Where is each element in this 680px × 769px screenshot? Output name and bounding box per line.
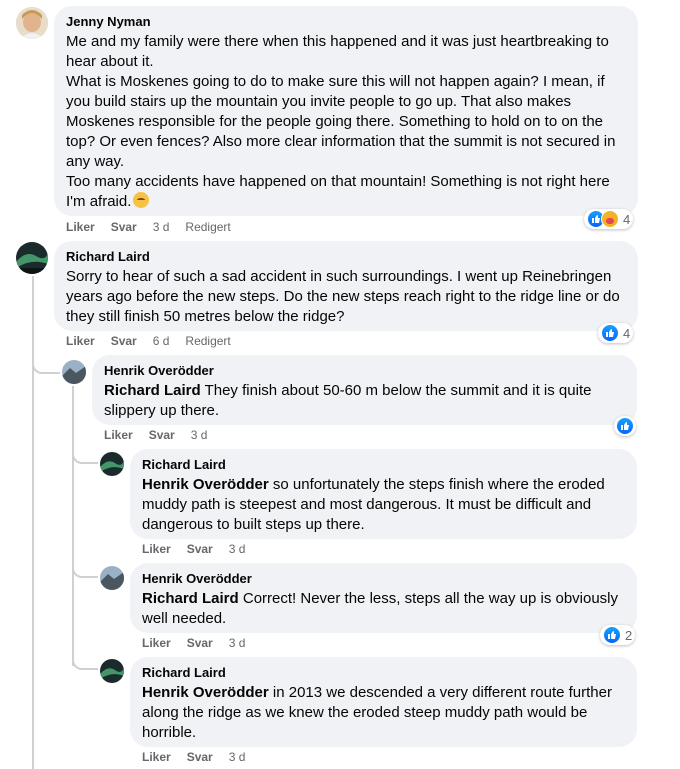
mention-link[interactable]: Richard Laird <box>104 382 201 399</box>
comment-author[interactable]: Richard Laird <box>142 665 625 681</box>
mention-link[interactable]: Henrik Overödder <box>142 476 269 493</box>
timestamp[interactable]: 3 d <box>229 541 246 557</box>
like-icon <box>601 324 619 342</box>
edited-label: Redigert <box>185 334 231 348</box>
comment-actions: Liker Svar 3 d <box>142 749 261 765</box>
comment-bubble: Richard Laird Henrik Overödder so unfort… <box>130 449 637 539</box>
mention-link[interactable]: Richard Laird <box>142 590 239 607</box>
like-button[interactable]: Liker <box>66 219 95 235</box>
edited-label: Redigert <box>185 220 231 234</box>
thread-connector <box>72 450 98 464</box>
timestamp[interactable]: 3 d <box>153 219 170 235</box>
pensive-face-emoji <box>133 192 150 208</box>
reply-button[interactable]: Svar <box>111 333 137 349</box>
thread-connector <box>32 358 60 374</box>
like-button[interactable]: Liker <box>142 749 171 765</box>
comment-actions: Liker Svar 3 d <box>142 541 261 557</box>
thread-line <box>72 386 74 666</box>
reaction-summary[interactable]: 4 <box>584 209 634 229</box>
like-button[interactable]: Liker <box>66 333 95 349</box>
reply-button[interactable]: Svar <box>187 749 213 765</box>
comment-author[interactable]: Richard Laird <box>142 457 625 473</box>
comment-author[interactable]: Richard Laird <box>66 249 626 265</box>
comment-bubble: Richard Laird Henrik Overödder in 2013 w… <box>130 657 637 747</box>
reaction-summary[interactable] <box>614 416 636 436</box>
timestamp[interactable]: 3 d <box>229 749 246 765</box>
reply-button[interactable]: Svar <box>149 427 175 443</box>
comment-bubble: Jenny Nyman Me and my family were there … <box>54 6 638 216</box>
like-icon <box>616 417 634 435</box>
like-button[interactable]: Liker <box>104 427 133 443</box>
comment-author[interactable]: Henrik Overödder <box>142 571 625 587</box>
like-icon <box>603 626 621 644</box>
timestamp[interactable]: 6 d <box>153 333 170 349</box>
thread-line <box>32 276 34 769</box>
comment-text: Sorry to hear of such a sad accident in … <box>66 268 624 325</box>
avatar[interactable] <box>100 566 124 590</box>
comment-author[interactable]: Jenny Nyman <box>66 14 626 30</box>
comment-bubble: Henrik Overödder Richard Laird Correct! … <box>130 563 637 633</box>
like-button[interactable]: Liker <box>142 635 171 651</box>
timestamp[interactable]: 3 d <box>191 427 208 443</box>
comment-actions: Liker Svar 6 d Redigert <box>66 333 247 349</box>
comment-text: Me and my family were there when this ha… <box>66 33 616 210</box>
reaction-summary[interactable]: 2 <box>600 625 636 645</box>
reaction-count: 4 <box>623 325 631 341</box>
avatar[interactable] <box>16 242 48 274</box>
reaction-count: 4 <box>623 211 631 227</box>
reaction-count: 2 <box>625 627 633 643</box>
avatar[interactable] <box>62 360 86 384</box>
avatar[interactable] <box>100 452 124 476</box>
reply-button[interactable]: Svar <box>111 219 137 235</box>
comment-bubble: Henrik Overödder Richard Laird They fini… <box>92 355 637 425</box>
comment-actions: Liker Svar 3 d <box>104 427 223 443</box>
comment-bubble: Richard Laird Sorry to hear of such a sa… <box>54 241 638 331</box>
reaction-summary[interactable]: 4 <box>598 323 634 343</box>
comment-author[interactable]: Henrik Overödder <box>104 363 625 379</box>
mention-link[interactable]: Henrik Overödder <box>142 684 269 701</box>
care-icon <box>601 210 619 228</box>
reply-button[interactable]: Svar <box>187 635 213 651</box>
comment-actions: Liker Svar 3 d Redigert <box>66 219 247 235</box>
like-button[interactable]: Liker <box>142 541 171 557</box>
timestamp[interactable]: 3 d <box>229 635 246 651</box>
reply-button[interactable]: Svar <box>187 541 213 557</box>
avatar[interactable] <box>16 7 48 39</box>
comment-actions: Liker Svar 3 d <box>142 635 261 651</box>
thread-connector <box>72 564 98 578</box>
avatar[interactable] <box>100 659 124 683</box>
thread-connector <box>72 656 98 670</box>
